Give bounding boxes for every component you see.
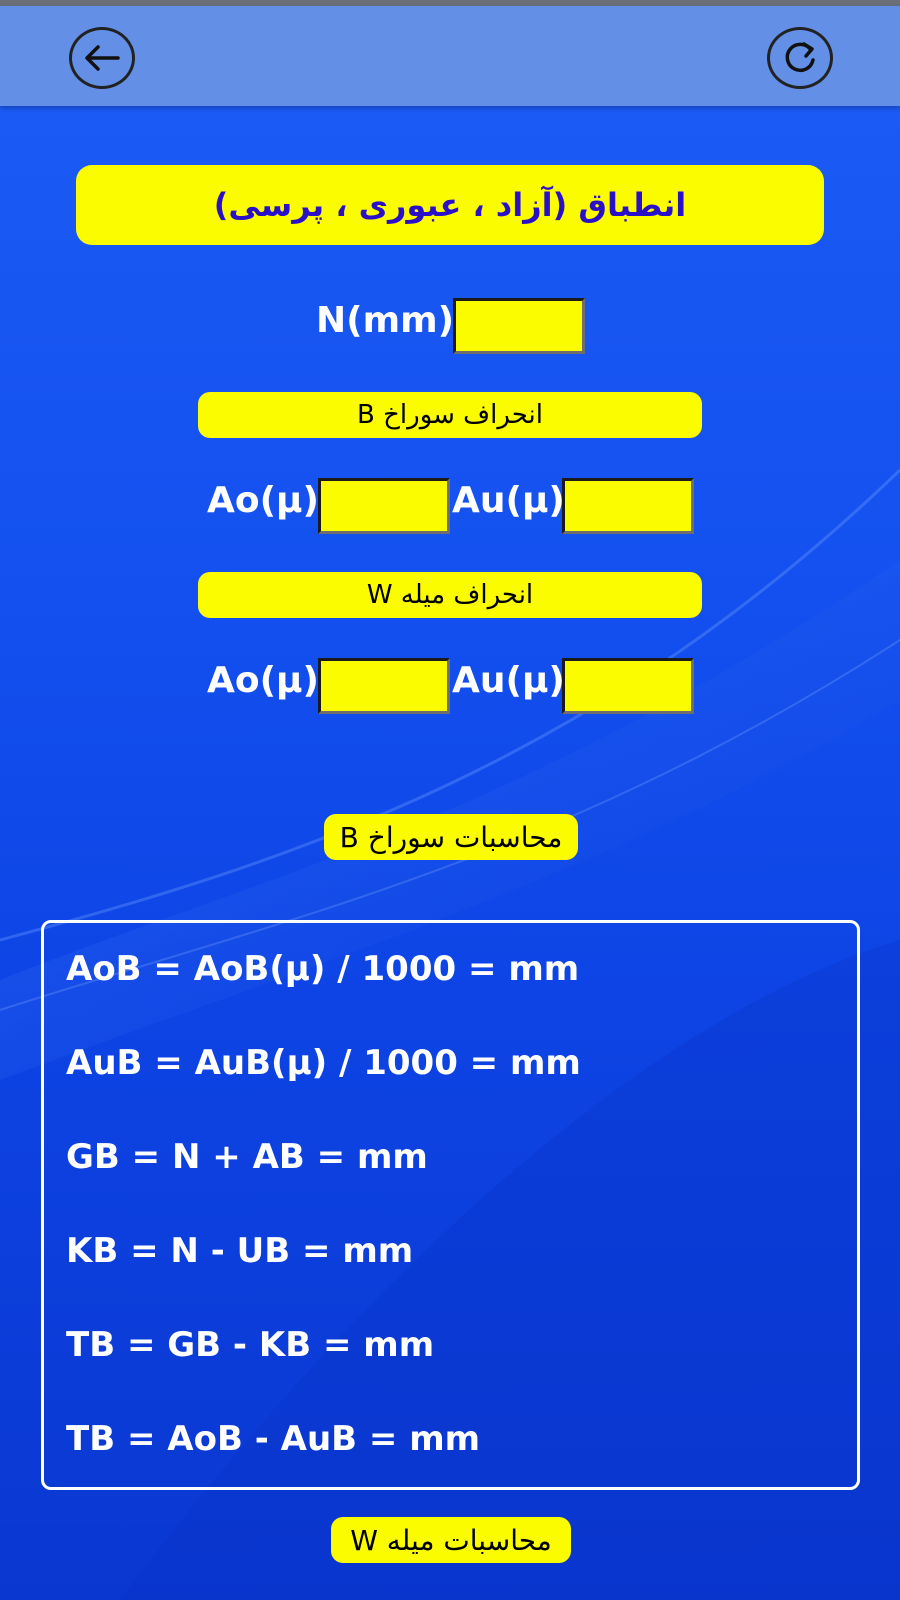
results-panel: AoB = AoB(µ) / 1000 = mm AuB = AuB(µ) / … bbox=[41, 920, 860, 1490]
result-aob: AoB = AoB(µ) / 1000 = mm bbox=[66, 949, 580, 989]
page-title: انطباق (آزاد ، عبوری ، پرسی) bbox=[76, 165, 824, 245]
calculate-shaft-label: محاسبات میله W bbox=[350, 1523, 552, 1557]
calculate-hole-button[interactable]: محاسبات سوراخ B bbox=[324, 814, 578, 860]
result-kb: KB = N - UB = mm bbox=[66, 1231, 414, 1271]
hole-ao-input[interactable] bbox=[318, 478, 450, 534]
shaft-ao-input[interactable] bbox=[318, 658, 450, 714]
app-bar bbox=[0, 6, 900, 106]
calculate-shaft-button[interactable]: محاسبات میله W bbox=[331, 1517, 571, 1563]
result-tb-1: TB = GB - KB = mm bbox=[66, 1325, 435, 1365]
hole-deviation-title: انحراف سوراخ B bbox=[357, 400, 543, 430]
hole-deviation-header: انحراف سوراخ B bbox=[198, 392, 702, 438]
page-title-text: انطباق (آزاد ، عبوری ، پرسی) bbox=[213, 186, 687, 224]
shaft-deviation-header: انحراف میله W bbox=[198, 572, 702, 618]
shaft-au-input[interactable] bbox=[562, 658, 694, 714]
nominal-size-label: N(mm) bbox=[316, 300, 455, 341]
hole-au-label: Au(µ) bbox=[452, 480, 565, 521]
refresh-icon bbox=[785, 42, 815, 73]
shaft-ao-label: Ao(µ) bbox=[207, 660, 319, 701]
result-aub: AuB = AuB(µ) / 1000 = mm bbox=[66, 1043, 581, 1083]
result-tb-2: TB = AoB - AuB = mm bbox=[66, 1419, 481, 1459]
calculate-hole-label: محاسبات سوراخ B bbox=[339, 820, 563, 854]
nominal-size-input[interactable] bbox=[453, 298, 585, 354]
shaft-au-label: Au(µ) bbox=[452, 660, 565, 701]
hole-au-input[interactable] bbox=[562, 478, 694, 534]
arrow-left-icon bbox=[85, 45, 120, 71]
back-button[interactable] bbox=[69, 27, 135, 89]
result-gb: GB = N + AB = mm bbox=[66, 1137, 428, 1177]
hole-ao-label: Ao(µ) bbox=[207, 480, 319, 521]
refresh-button[interactable] bbox=[767, 27, 833, 89]
shaft-deviation-title: انحراف میله W bbox=[366, 580, 534, 610]
